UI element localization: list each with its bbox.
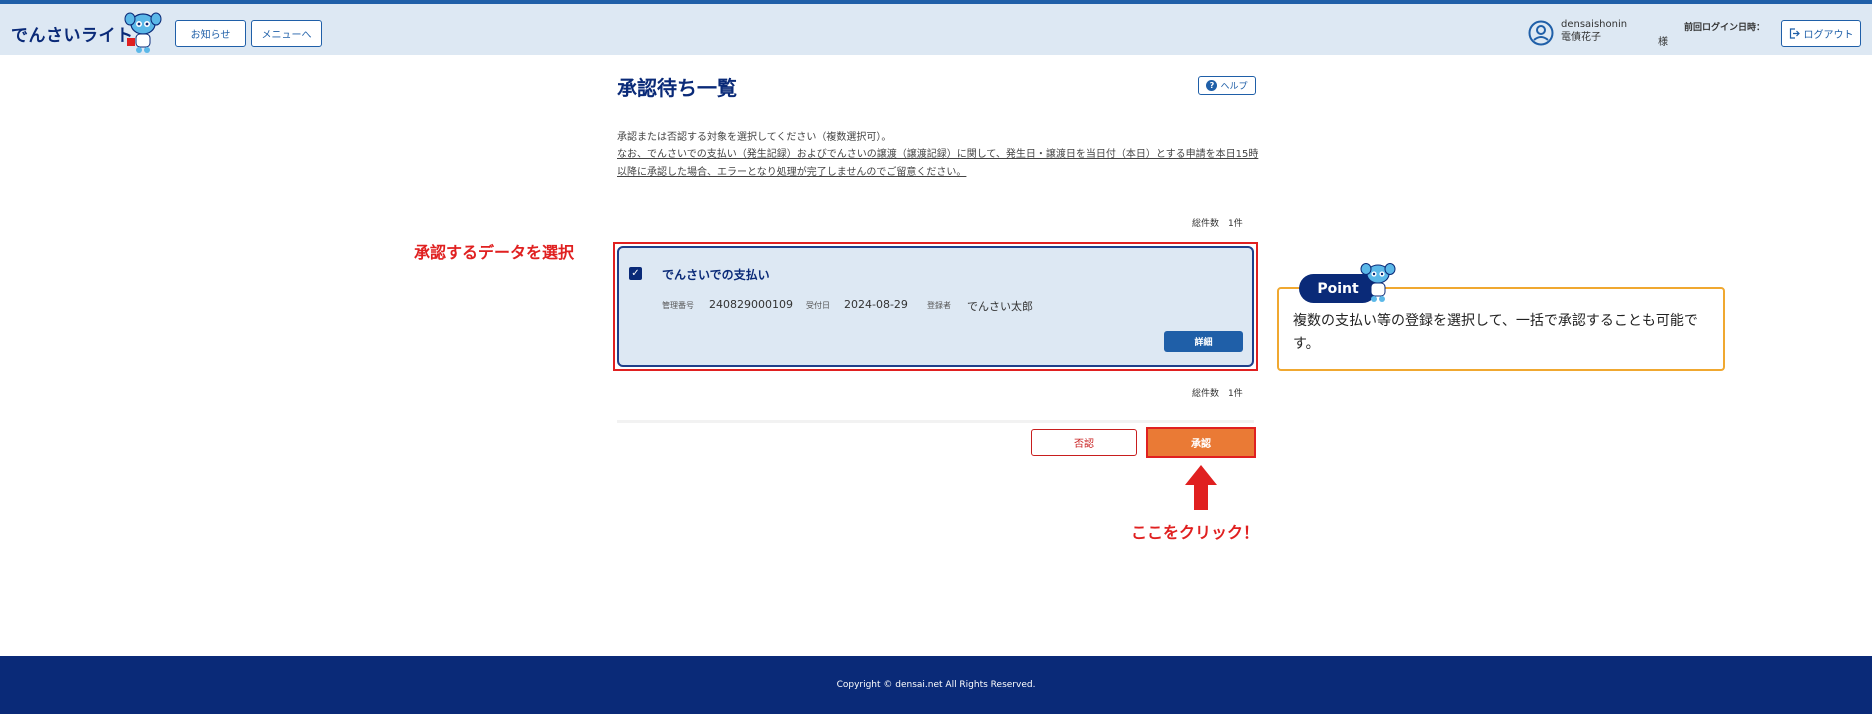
footer: Copyright © densai.net All Rights Reserv… (0, 656, 1872, 714)
user-info: densaishonin 電債花子 (1561, 18, 1627, 44)
mascot-icon (124, 12, 162, 53)
annotation-click-here: ここをクリック！ (1131, 523, 1260, 542)
notice-button[interactable]: お知らせ (175, 20, 246, 47)
user-circle-icon (1528, 20, 1554, 46)
mgmt-no-value: 240829000109 (709, 298, 793, 311)
mgmt-no-label: 管理番号 (662, 301, 694, 310)
help-label: ヘルプ (1220, 82, 1248, 92)
menu-button[interactable]: メニューへ (251, 20, 322, 47)
instruction-text: 承認または否認する対象を選択してください（複数選択可）。 (617, 132, 892, 143)
reject-button[interactable]: 否認 (1031, 429, 1137, 456)
mascot-icon (1360, 263, 1396, 302)
brand-logo[interactable]: でんさいライト (11, 21, 134, 46)
caution-text: なお、でんさいでの支払い（発生記録）およびでんさいの譲渡（譲渡記録）に関して、発… (617, 149, 1259, 178)
total-count-bottom: 総件数 1件 (1192, 389, 1243, 399)
item-title: でんさいでの支払い (662, 268, 770, 282)
copyright: Copyright © densai.net All Rights Reserv… (836, 680, 1036, 690)
received-date-value: 2024-08-29 (844, 298, 908, 311)
approve-button[interactable]: 承認 (1146, 427, 1256, 458)
logout-button[interactable]: ログアウト (1781, 20, 1861, 47)
point-description: 複数の支払い等の登録を選択して、一括で承認することも可能です。 (1293, 313, 1698, 352)
page-title: 承認待ち一覧 (617, 76, 737, 100)
last-login-label: 前回ログイン日時： (1684, 23, 1766, 33)
checkbox-checked-icon[interactable]: ✓ (629, 267, 642, 280)
user-name: 電債花子 (1561, 32, 1601, 43)
approval-item-card[interactable]: ✓ でんさいでの支払い 管理番号 240829000109 受付日 2024-0… (617, 246, 1254, 367)
help-button[interactable]: ? ヘルプ (1198, 76, 1256, 95)
received-date-label: 受付日 (806, 301, 830, 310)
question-circle-icon: ? (1206, 80, 1218, 91)
header: でんさいライト お知らせ メニューへ densaishonin 電債花子 様 前… (0, 4, 1872, 55)
logout-label: ログアウト (1803, 30, 1854, 41)
registrant-value: でんさい太郎 (967, 300, 1033, 313)
user-id: densaishonin (1561, 19, 1628, 30)
arrow-up-icon (1185, 465, 1217, 510)
total-count-top: 総件数 1件 (1192, 219, 1243, 229)
honorific: 様 (1658, 37, 1668, 48)
divider (617, 420, 1254, 423)
annotation-select-data: 承認するデータを選択 (414, 243, 575, 262)
logout-icon (1789, 28, 1800, 39)
registrant-label: 登録者 (927, 301, 951, 310)
detail-button[interactable]: 詳細 (1164, 331, 1243, 352)
